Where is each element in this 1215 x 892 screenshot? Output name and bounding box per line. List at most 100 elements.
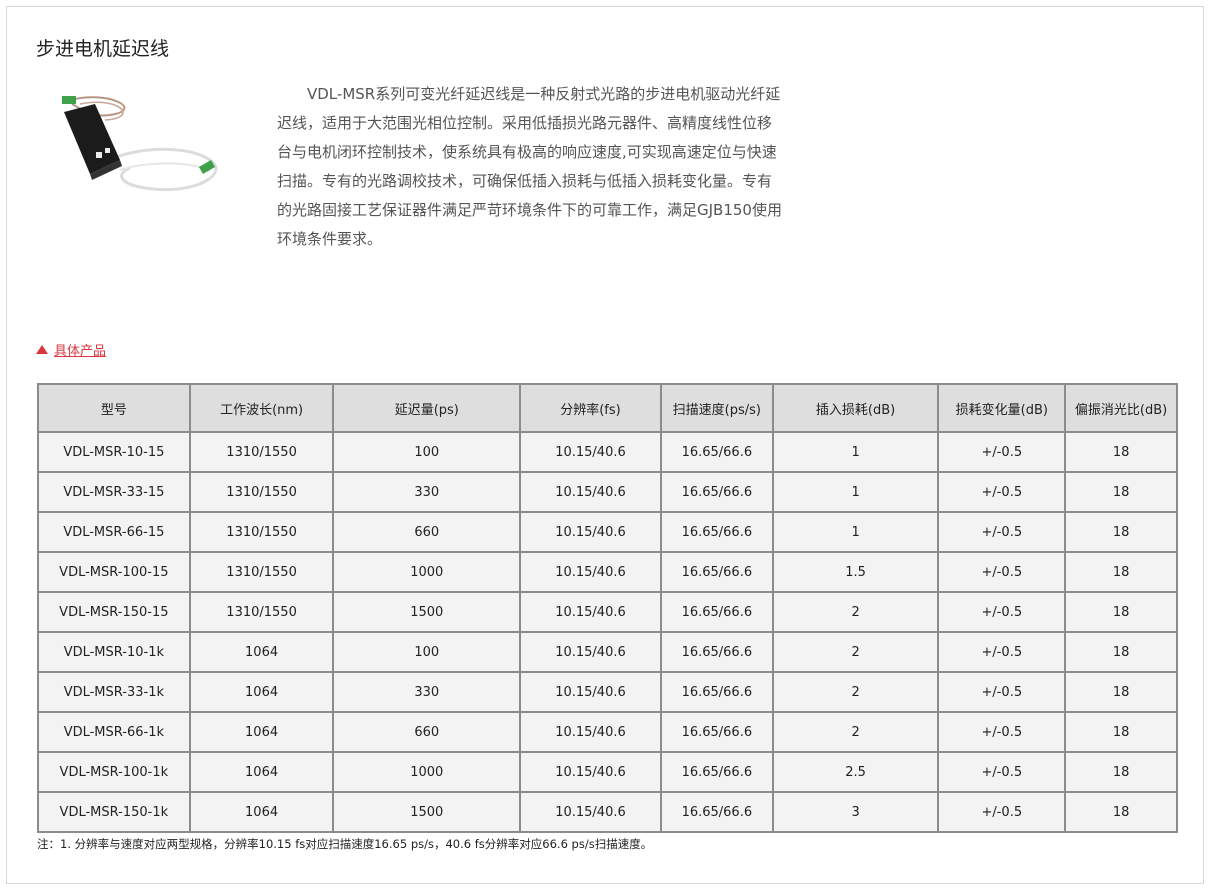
table-cell: 1000 (332, 551, 522, 593)
table-cell: 660 (332, 711, 522, 753)
table-cell: 18 (1064, 511, 1178, 553)
table-cell: 10.15/40.6 (519, 671, 662, 713)
table-row: VDL-MSR-66-15 1310/1550 660 10.15/40.6 1… (37, 511, 1178, 553)
table-cell: 16.65/66.6 (659, 711, 774, 753)
table-cell: VDL-MSR-100-1k (37, 751, 191, 793)
specific-products-link[interactable]: 具体产品 (54, 340, 106, 359)
table-cell: 18 (1064, 711, 1178, 753)
table-cell: 1 (771, 511, 940, 553)
table-cell: +/-0.5 (937, 591, 1067, 633)
table-footnote: 注：1. 分辨率与速度对应两型规格，分辨率10.15 fs对应扫描速度16.65… (37, 837, 653, 851)
table-cell: 1064 (188, 711, 335, 753)
table-row: VDL-MSR-150-1k 1064 1500 10.15/40.6 16.6… (37, 791, 1178, 833)
header-insertion-loss: 插入损耗(dB) (771, 383, 940, 433)
table-cell: 10.15/40.6 (519, 471, 662, 513)
header-delay: 延迟量(ps) (332, 383, 522, 433)
table-cell: 18 (1064, 791, 1178, 833)
table-row: VDL-MSR-100-1k 1064 1000 10.15/40.6 16.6… (37, 751, 1178, 793)
table-cell: 1310/1550 (188, 471, 335, 513)
header-scan-speed: 扫描速度(ps/s) (659, 383, 774, 433)
table-cell: 2 (771, 711, 940, 753)
table-cell: 1 (771, 471, 940, 513)
table-row: VDL-MSR-33-15 1310/1550 330 10.15/40.6 1… (37, 471, 1178, 513)
table-cell: 16.65/66.6 (659, 631, 774, 673)
table-row: VDL-MSR-10-1k 1064 100 10.15/40.6 16.65/… (37, 631, 1178, 673)
table-cell: VDL-MSR-33-15 (37, 471, 191, 513)
table-cell: 10.15/40.6 (519, 791, 662, 833)
table-cell: 10.15/40.6 (519, 631, 662, 673)
table-cell: 1064 (188, 791, 335, 833)
table-cell: +/-0.5 (937, 431, 1067, 473)
table-cell: VDL-MSR-10-15 (37, 431, 191, 473)
triangle-up-icon (36, 345, 48, 354)
table-cell: 1 (771, 431, 940, 473)
table-cell: +/-0.5 (937, 711, 1067, 753)
table-cell: 10.15/40.6 (519, 511, 662, 553)
table-cell: 18 (1064, 551, 1178, 593)
table-cell: 1310/1550 (188, 431, 335, 473)
table-cell: VDL-MSR-66-15 (37, 511, 191, 553)
table-cell: 1500 (332, 791, 522, 833)
header-model: 型号 (37, 383, 191, 433)
product-image (62, 96, 218, 192)
table-cell: 16.65/66.6 (659, 591, 774, 633)
spec-table: 型号 工作波长(nm) 延迟量(ps) 分辨率(fs) 扫描速度(ps/s) 插… (37, 383, 1178, 833)
table-cell: 1064 (188, 631, 335, 673)
table-cell: 18 (1064, 591, 1178, 633)
table-cell: 330 (332, 671, 522, 713)
header-resolution: 分辨率(fs) (519, 383, 662, 433)
table-cell: 10.15/40.6 (519, 591, 662, 633)
header-wavelength: 工作波长(nm) (188, 383, 335, 433)
table-row: VDL-MSR-10-15 1310/1550 100 10.15/40.6 1… (37, 431, 1178, 473)
table-cell: 2 (771, 631, 940, 673)
table-cell: 1000 (332, 751, 522, 793)
table-cell: 100 (332, 631, 522, 673)
table-cell: 660 (332, 511, 522, 553)
table-cell: 1.5 (771, 551, 940, 593)
table-cell: +/-0.5 (937, 471, 1067, 513)
header-extinction-ratio: 偏振消光比(dB) (1064, 383, 1178, 433)
table-cell: +/-0.5 (937, 511, 1067, 553)
table-cell: 100 (332, 431, 522, 473)
table-cell: 1310/1550 (188, 591, 335, 633)
table-cell: +/-0.5 (937, 551, 1067, 593)
header-loss-variation: 损耗变化量(dB) (937, 383, 1067, 433)
table-cell: 18 (1064, 471, 1178, 513)
product-description: VDL-MSR系列可变光纤延迟线是一种反射式光路的步进电机驱动光纤延迟线，适用于… (277, 85, 782, 248)
table-row: VDL-MSR-150-15 1310/1550 1500 10.15/40.6… (37, 591, 1178, 633)
table-cell: 18 (1064, 631, 1178, 673)
table-header-row: 型号 工作波长(nm) 延迟量(ps) 分辨率(fs) 扫描速度(ps/s) 插… (37, 383, 1178, 433)
table-cell: 10.15/40.6 (519, 751, 662, 793)
table-cell: 18 (1064, 751, 1178, 793)
table-cell: 2.5 (771, 751, 940, 793)
table-cell: 16.65/66.6 (659, 671, 774, 713)
table-cell: 16.65/66.6 (659, 751, 774, 793)
table-cell: 2 (771, 591, 940, 633)
table-cell: 16.65/66.6 (659, 551, 774, 593)
table-cell: VDL-MSR-150-15 (37, 591, 191, 633)
table-cell: 1310/1550 (188, 511, 335, 553)
table-cell: 1064 (188, 671, 335, 713)
table-cell: 3 (771, 791, 940, 833)
table-cell: 18 (1064, 431, 1178, 473)
table-cell: 1064 (188, 751, 335, 793)
table-cell: VDL-MSR-100-15 (37, 551, 191, 593)
table-cell: 16.65/66.6 (659, 431, 774, 473)
table-cell: +/-0.5 (937, 791, 1067, 833)
table-cell: 10.15/40.6 (519, 431, 662, 473)
table-cell: 330 (332, 471, 522, 513)
table-cell: 16.65/66.6 (659, 511, 774, 553)
table-cell: 16.65/66.6 (659, 471, 774, 513)
table-row: VDL-MSR-33-1k 1064 330 10.15/40.6 16.65/… (37, 671, 1178, 713)
table-cell: 2 (771, 671, 940, 713)
section-link-products: 具体产品 (36, 340, 106, 359)
table-cell: VDL-MSR-33-1k (37, 671, 191, 713)
page-title: 步进电机延迟线 (36, 38, 170, 60)
table-cell: 16.65/66.6 (659, 791, 774, 833)
table-cell: 10.15/40.6 (519, 711, 662, 753)
table-cell: VDL-MSR-10-1k (37, 631, 191, 673)
table-cell: +/-0.5 (937, 751, 1067, 793)
table-cell: 1310/1550 (188, 551, 335, 593)
table-cell: 1500 (332, 591, 522, 633)
table-cell: +/-0.5 (937, 631, 1067, 673)
